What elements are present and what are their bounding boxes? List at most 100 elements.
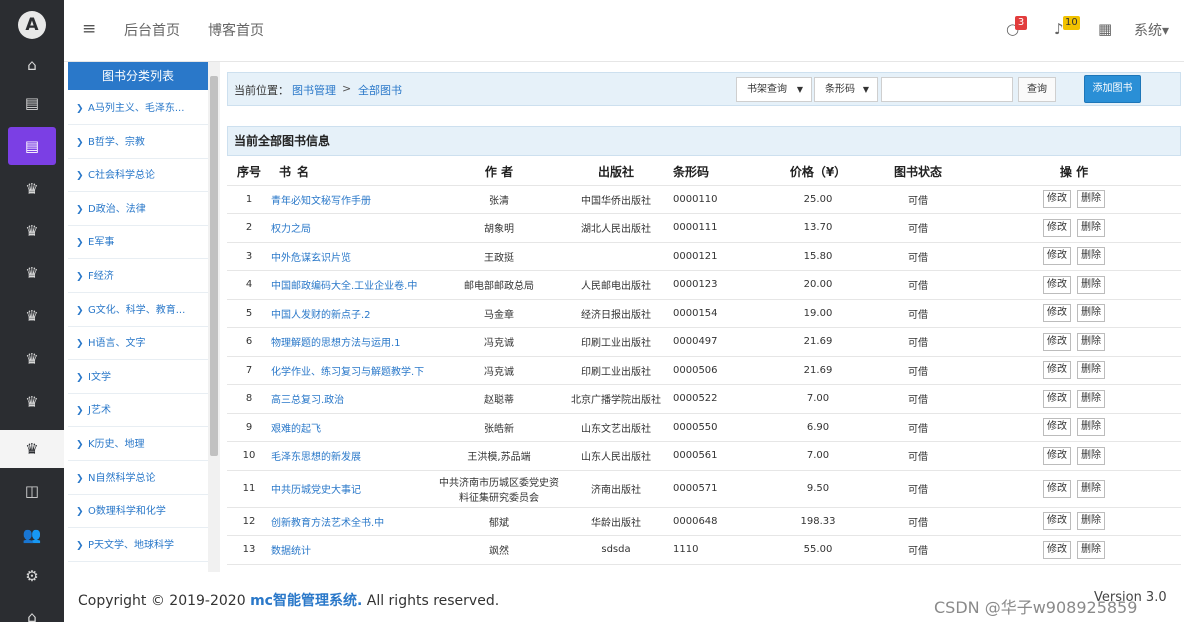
edit-button[interactable]: 修改 [1043,304,1071,323]
panel-title: 当前全部图书信息 [227,126,1181,156]
crown-icon[interactable]: ♛ [0,212,64,250]
delete-button[interactable]: 删除 [1077,332,1105,351]
delete-button[interactable]: 删除 [1077,190,1105,209]
cell-price: 9.50 [806,483,830,494]
category-item[interactable]: ❯ H语言、文字 [68,327,208,360]
book-title-link[interactable]: 中共历城党史大事记 [271,485,361,496]
category-item[interactable]: ❯ F经济 [68,260,208,293]
app-logo[interactable]: A [18,11,46,39]
category-item[interactable]: ❯ E军事 [68,226,208,259]
query-type-select[interactable]: 书架查询 ▼ [736,77,812,102]
home-icon[interactable]: ⌂ [0,46,64,84]
crown-icon[interactable]: ♛ [0,340,64,378]
category-item[interactable]: ❯ N自然科学总论 [68,462,208,495]
brand-link[interactable]: mc智能管理系统. [250,593,362,609]
breadcrumb-all-books[interactable]: 全部图书 [358,82,402,98]
delete-button[interactable]: 删除 [1077,304,1105,323]
category-item[interactable]: ❯ G文化、科学、教育... [68,294,208,327]
delete-button[interactable]: 删除 [1077,418,1105,437]
book-title-link[interactable]: 权力之局 [271,224,311,235]
user-settings-icon[interactable]: 👥 [0,516,64,554]
category-item[interactable]: ❯ D政治、法律 [68,193,208,226]
cell-status: 可借 [869,507,967,536]
cell-publisher: sdsda [561,535,671,565]
category-item[interactable]: ❯ O数理科学和化学 [68,495,208,528]
edit-button[interactable]: 修改 [1043,446,1071,465]
grid-icon[interactable]: ▦ [1098,20,1112,38]
book-title-link[interactable]: 物理解题的思想方法与运用.1 [271,338,401,349]
table-row: 10 毛泽东思想的新发展 王洪模,苏品端 山东人民出版社 0000561 7.00 可借 修改… [227,441,1181,471]
book-title-link[interactable]: 中国邮政编码大全.工业企业卷.中 [271,281,417,292]
category-item[interactable]: ❯ B哲学、宗教 [68,126,208,159]
cell-barcode: 0000110 [671,185,767,214]
delete-button[interactable]: 删除 [1077,247,1105,266]
delete-button[interactable]: 删除 [1077,389,1105,408]
cell-barcode: 0000497 [673,336,718,348]
delete-button[interactable]: 删除 [1077,540,1105,559]
search-input[interactable] [881,77,1013,102]
book-title-link[interactable]: 数据统计 [271,546,311,557]
crown-icon[interactable]: ♛ [0,254,64,292]
edit-button[interactable]: 修改 [1043,389,1071,408]
system-menu[interactable]: 系统▾ [1134,20,1169,40]
edit-button[interactable]: 修改 [1043,247,1071,266]
delete-button[interactable]: 删除 [1077,361,1105,380]
cell-status: 可借 [908,546,928,558]
book-title-link[interactable]: 高三总复习.政治 [271,395,344,406]
cell-no: 1 [245,193,253,205]
table-row: 5 中国人发财的新点子.2 马金章 经济日报出版社 0000154 19.00 可借 修改 删除 [227,299,1181,328]
edit-button[interactable]: 修改 [1043,332,1071,351]
query-button[interactable]: 查询 [1018,77,1056,102]
breadcrumb-book-manage[interactable]: 图书管理 [292,82,336,98]
delete-button[interactable]: 删除 [1077,275,1105,294]
book-manage-icon[interactable]: ▤ [8,127,56,165]
edit-button[interactable]: 修改 [1043,275,1071,294]
edit-button[interactable]: 修改 [1043,218,1071,237]
edit-button[interactable]: 修改 [1043,361,1071,380]
nav-admin-home[interactable]: 后台首页 [124,20,180,40]
nav-blog-home[interactable]: 博客首页 [208,20,264,40]
edit-button[interactable]: 修改 [1043,512,1071,531]
cell-author: 冯克诚 [484,338,514,350]
cell-barcode: 0000571 [671,470,767,508]
delete-button[interactable]: 删除 [1077,218,1105,237]
crown-icon[interactable]: ♛ [0,430,64,468]
book-title-link[interactable]: 化学作业、练习复习与解题教学.下 [271,367,424,378]
edit-button[interactable]: 修改 [1043,190,1071,209]
scrollbar-thumb[interactable] [210,76,218,456]
category-item[interactable]: ❯ K历史、地理 [68,428,208,461]
cell-name: 高三总复习.政治 [271,384,437,414]
menu-icon[interactable]: ≡ [82,19,96,39]
crown-icon[interactable]: ♛ [0,170,64,208]
book-title-link[interactable]: 中外危谋玄识片览 [271,253,351,264]
book-title-link[interactable]: 毛泽东思想的新发展 [271,452,361,463]
cell-price: 9.50 [767,470,869,508]
news-icon[interactable]: ▤ [0,84,64,122]
edit-button[interactable]: 修改 [1043,479,1071,498]
edit-button[interactable]: 修改 [1043,540,1071,559]
layout-icon[interactable]: ◫ [0,472,64,510]
category-item[interactable]: ❯ A马列主义、毛泽东... [68,92,208,125]
crown-icon[interactable]: ♛ [0,383,64,421]
edit-button[interactable]: 修改 [1043,418,1071,437]
book-title-link[interactable]: 青年必知文秘写作手册 [271,196,371,207]
gear-icon[interactable]: ⚙ [0,557,64,595]
delete-button[interactable]: 删除 [1077,479,1105,498]
add-book-button[interactable]: 添加图书 [1084,75,1141,103]
query-field-select[interactable]: 条形码 ▼ [814,77,878,102]
message-icon[interactable]: ○ 3 [1006,16,1027,38]
category-item[interactable]: ❯ J艺术 [68,394,208,427]
delete-button[interactable]: 删除 [1077,446,1105,465]
category-scrollbar[interactable] [208,62,220,572]
category-item[interactable]: ❯ C社会科学总论 [68,159,208,192]
book-title-link[interactable]: 中国人发财的新点子.2 [271,310,371,321]
book-title-link[interactable]: 创新教育方法艺术全书.中 [271,518,384,529]
cell-price: 25.00 [803,193,833,205]
home-icon[interactable]: ⌂ [0,598,64,622]
category-item[interactable]: ❯ P天文学、地球科学 [68,529,208,562]
bell-icon[interactable]: ♪ 10 [1054,16,1080,38]
delete-button[interactable]: 删除 [1077,512,1105,531]
crown-icon[interactable]: ♛ [0,297,64,335]
book-title-link[interactable]: 艰难的起飞 [271,424,321,435]
category-item[interactable]: ❯ I文学 [68,361,208,394]
